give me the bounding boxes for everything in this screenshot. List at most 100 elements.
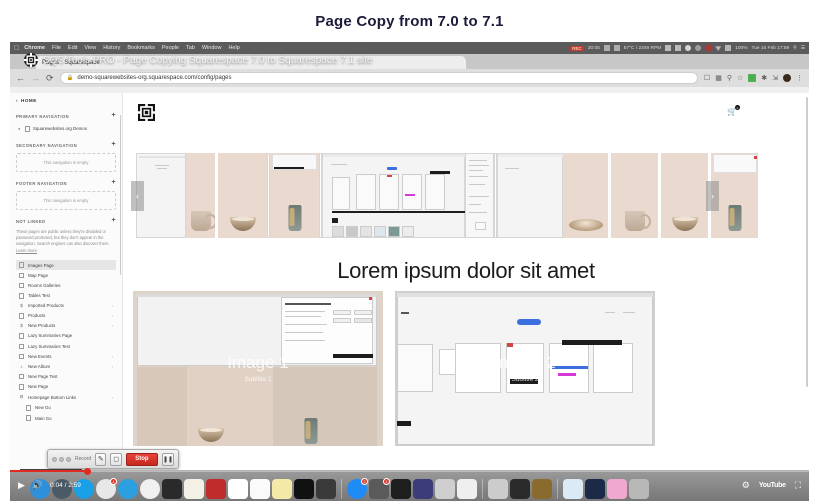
menubar-item-tab[interactable]: Tab xyxy=(186,45,195,51)
carousel-panel-screenshot[interactable] xyxy=(465,153,494,238)
world-clock-icon[interactable] xyxy=(532,479,552,499)
carousel-product-card[interactable] xyxy=(661,153,708,238)
qr-code-icon[interactable]: ▦ xyxy=(715,75,722,82)
page-list-item[interactable]: New Events › xyxy=(16,351,116,361)
plus-icon[interactable]: + xyxy=(111,141,116,148)
learn-more-link[interactable]: Learn more xyxy=(16,248,37,253)
preview-icon[interactable] xyxy=(563,479,583,499)
cast-icon[interactable]: ☐ xyxy=(704,75,710,82)
video-player[interactable]:  Chrome File Edit View History Bookmark… xyxy=(10,42,809,501)
carousel-screenshot-slide[interactable] xyxy=(322,153,472,238)
page-list-item[interactable]: Lazy Summaries Test xyxy=(16,341,116,351)
notes-icon[interactable] xyxy=(184,479,204,499)
page-list-item[interactable]: ⊟ Homepage Bottom Links › xyxy=(16,392,116,403)
pause-recording-button[interactable]: ❚❚ xyxy=(161,452,174,466)
stop-recording-button[interactable]: Stop xyxy=(125,452,158,466)
activity-monitor-icon[interactable] xyxy=(294,479,314,499)
site-logo-icon[interactable] xyxy=(138,104,155,121)
launchpad-icon[interactable] xyxy=(52,479,72,499)
page-list-item[interactable]: New Go xyxy=(16,403,116,413)
back-arrow-icon[interactable]: ← xyxy=(16,73,25,83)
image-block-2[interactable]: Image 2 Subtitle 2 xyxy=(395,291,655,446)
carousel-product-card[interactable] xyxy=(218,153,267,238)
itunes-icon[interactable] xyxy=(607,479,627,499)
menubar-app-name[interactable]: Chrome xyxy=(24,45,45,51)
sidebar-home-link[interactable]: ‹ HOME xyxy=(16,98,116,103)
chrome-icon[interactable] xyxy=(140,479,160,499)
search-icon[interactable]: ⚲ xyxy=(727,75,732,82)
volume-icon[interactable]: 🔊 xyxy=(32,481,43,490)
wifi-icon[interactable] xyxy=(715,46,722,51)
chevron-right-icon[interactable]: › xyxy=(112,364,113,369)
sqs-tools-icon[interactable] xyxy=(457,479,477,499)
forward-arrow-icon[interactable]: → xyxy=(31,73,40,83)
recorder-badge[interactable]: REC xyxy=(570,45,584,51)
page-list-item[interactable]: New Page Test xyxy=(16,371,116,381)
carousel-product-card[interactable] xyxy=(270,153,319,238)
play-icon[interactable]: ▶ xyxy=(18,481,25,490)
usb-drive-icon[interactable] xyxy=(488,479,508,499)
reload-icon[interactable]: ⟳ xyxy=(46,73,54,83)
plus-icon[interactable]: + xyxy=(111,179,116,186)
chevron-right-icon[interactable]: › xyxy=(112,395,113,400)
carousel-prev-button[interactable]: ‹ xyxy=(131,180,144,211)
terminal-icon[interactable] xyxy=(316,479,336,499)
image-block-1[interactable]: Image 1 Subtitle 1 xyxy=(133,291,383,446)
chevron-right-icon[interactable]: › xyxy=(112,303,113,308)
carousel-product-card[interactable] xyxy=(611,153,658,238)
calendar-icon[interactable] xyxy=(228,479,248,499)
display-icon[interactable] xyxy=(603,45,610,51)
users-icon[interactable] xyxy=(665,45,672,51)
page-list-item[interactable]: ♪ New Album › xyxy=(16,362,116,372)
page-list-item[interactable]: Products › xyxy=(16,311,116,321)
sqs-tools-extension-icon[interactable] xyxy=(748,74,757,82)
page-list-item[interactable]: Rooms Galleries xyxy=(16,280,116,290)
extensions-puzzle-icon[interactable]: ✱ xyxy=(761,75,767,82)
menubar-item-bookmarks[interactable]: Bookmarks xyxy=(127,45,155,51)
menubar-item-help[interactable]: Help xyxy=(228,45,239,51)
reminders-icon[interactable] xyxy=(250,479,270,499)
bluetooth-icon[interactable] xyxy=(685,45,692,51)
page-list-item[interactable]: $ New Products › xyxy=(16,321,116,331)
chrome-menu-icon[interactable]: ⋮ xyxy=(796,75,803,82)
apple-logo-icon[interactable]:  xyxy=(14,45,19,52)
app-store-icon[interactable]: 2 xyxy=(347,478,368,499)
page-list-item[interactable]: Map Page xyxy=(16,270,116,280)
time-machine-icon[interactable] xyxy=(695,45,702,51)
frame-tool-icon[interactable]: ◻ xyxy=(110,452,122,466)
carousel-next-button[interactable]: › xyxy=(706,180,719,211)
gear-icon[interactable]: ⚙ xyxy=(742,481,750,490)
page-list-item[interactable]: New Page xyxy=(16,382,116,392)
carousel-product-card[interactable] xyxy=(186,153,217,238)
xcode-icon[interactable] xyxy=(391,479,411,499)
menubar-item-file[interactable]: File xyxy=(52,45,61,51)
volume-icon[interactable] xyxy=(725,45,732,51)
menubar-item-history[interactable]: History xyxy=(103,45,120,51)
pen-tool-icon[interactable]: ✎ xyxy=(95,452,107,466)
site-preview[interactable]: 🛒 0 ‹ › Lorem ipsum dolor sit amet Image… xyxy=(123,93,809,489)
sidebar-scrollbar[interactable] xyxy=(119,115,121,275)
iterm-icon[interactable] xyxy=(510,479,530,499)
product-carousel[interactable]: ‹ › xyxy=(123,153,809,238)
chevron-right-icon[interactable]: › xyxy=(112,313,113,318)
us-flag-icon[interactable] xyxy=(705,45,712,51)
plus-icon[interactable]: + xyxy=(111,217,116,224)
menubar-item-people[interactable]: People xyxy=(162,45,179,51)
carousel-product-card[interactable] xyxy=(563,153,608,238)
shopping-cart-icon[interactable]: 🛒 0 xyxy=(727,105,740,116)
spotlight-search-icon[interactable]: ⚲ xyxy=(793,46,797,51)
menubar-item-view[interactable]: View xyxy=(84,45,96,51)
address-bar[interactable]: 🔒 demo-squarewebsites-org.squarespace.co… xyxy=(59,72,698,84)
page-list-item[interactable]: Images Page xyxy=(16,259,116,271)
x-app-icon[interactable] xyxy=(435,479,455,499)
squarespace-sidebar[interactable]: ‹ HOME PRIMARY NAVIGATION + ● Squarewebs… xyxy=(10,93,123,489)
screen-recorder-controls[interactable]: Record ✎ ◻ Stop ❚❚ xyxy=(47,449,179,469)
battery-icon[interactable] xyxy=(675,45,682,51)
carousel-thumb-screenshot[interactable] xyxy=(497,153,564,238)
plus-icon[interactable]: + xyxy=(111,112,116,119)
share-icon[interactable]: ⇲ xyxy=(772,75,778,82)
fullscreen-icon[interactable]: ⛶ xyxy=(795,481,801,490)
trash-icon[interactable] xyxy=(629,479,649,499)
profile-avatar-icon[interactable] xyxy=(783,74,791,82)
skype-icon[interactable] xyxy=(74,479,94,499)
